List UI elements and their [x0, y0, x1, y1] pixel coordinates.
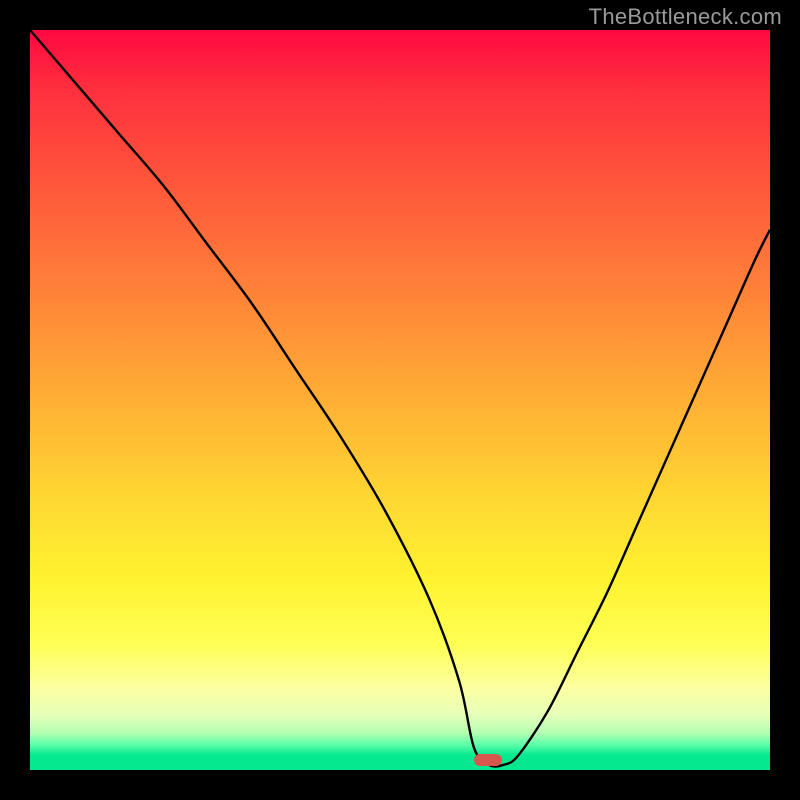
chart-frame: TheBottleneck.com — [0, 0, 800, 800]
bottleneck-curve — [30, 30, 770, 770]
plot-area — [30, 30, 770, 770]
optimal-point-marker — [474, 754, 502, 766]
watermark-text: TheBottleneck.com — [589, 4, 782, 30]
